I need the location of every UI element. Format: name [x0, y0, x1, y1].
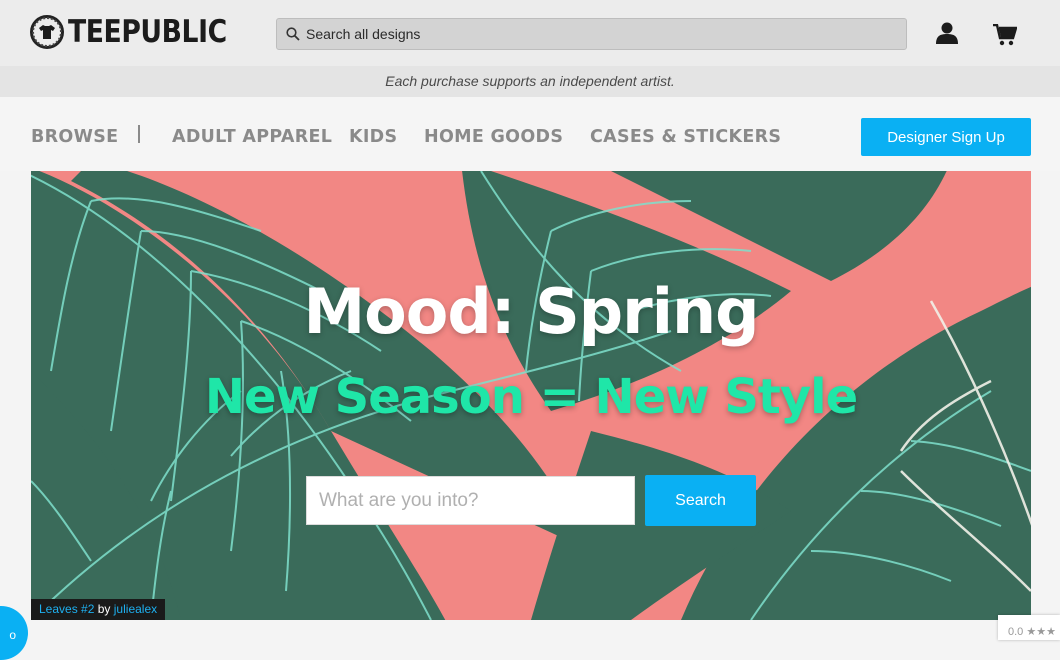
- tagline: Each purchase supports an independent ar…: [0, 66, 1060, 97]
- nav-home-goods[interactable]: HOME GOODS: [424, 127, 563, 147]
- site-header: TEEPUBLIC Search all designs: [0, 0, 1060, 66]
- search-placeholder: Search all designs: [306, 26, 421, 42]
- credit-by: by: [97, 602, 111, 616]
- designer-signup-button[interactable]: Designer Sign Up: [861, 118, 1031, 156]
- hero-banner: Mood: Spring New Season = New Style What…: [31, 171, 1031, 620]
- hero-search-input[interactable]: What are you into?: [306, 476, 635, 525]
- hero-subtitle: New Season = New Style: [204, 369, 858, 425]
- nav-cases-stickers[interactable]: CASES & STICKERS: [590, 127, 781, 147]
- artwork-credit: Leaves #2 by juliealex: [31, 599, 166, 620]
- user-icon[interactable]: [936, 22, 958, 45]
- hero-title: Mood: Spring: [303, 275, 759, 348]
- rating-badge[interactable]: 0.0 ★★★: [998, 615, 1060, 640]
- nav-browse[interactable]: BROWSE: [31, 127, 118, 147]
- hero-search-placeholder: What are you into?: [319, 489, 479, 511]
- category-nav: BROWSE ADULT APPAREL KIDS HOME GOODS CAS…: [0, 97, 1060, 171]
- nav-adult-apparel[interactable]: ADULT APPAREL: [172, 127, 332, 147]
- cart-icon[interactable]: [993, 24, 1017, 46]
- chat-widget-button[interactable]: o: [0, 606, 28, 660]
- header-search-input[interactable]: Search all designs: [276, 18, 907, 50]
- nav-kids[interactable]: KIDS: [349, 127, 397, 147]
- search-icon: [286, 27, 300, 41]
- artist-link[interactable]: juliealex: [114, 602, 157, 616]
- logo-text: TEEPUBLIC: [68, 14, 227, 50]
- artwork-link[interactable]: Leaves #2: [39, 602, 94, 616]
- tshirt-badge-icon: [30, 15, 64, 49]
- nav-divider: [138, 125, 140, 143]
- teepublic-logo[interactable]: TEEPUBLIC: [30, 14, 253, 50]
- hero-search-button[interactable]: Search: [645, 475, 756, 526]
